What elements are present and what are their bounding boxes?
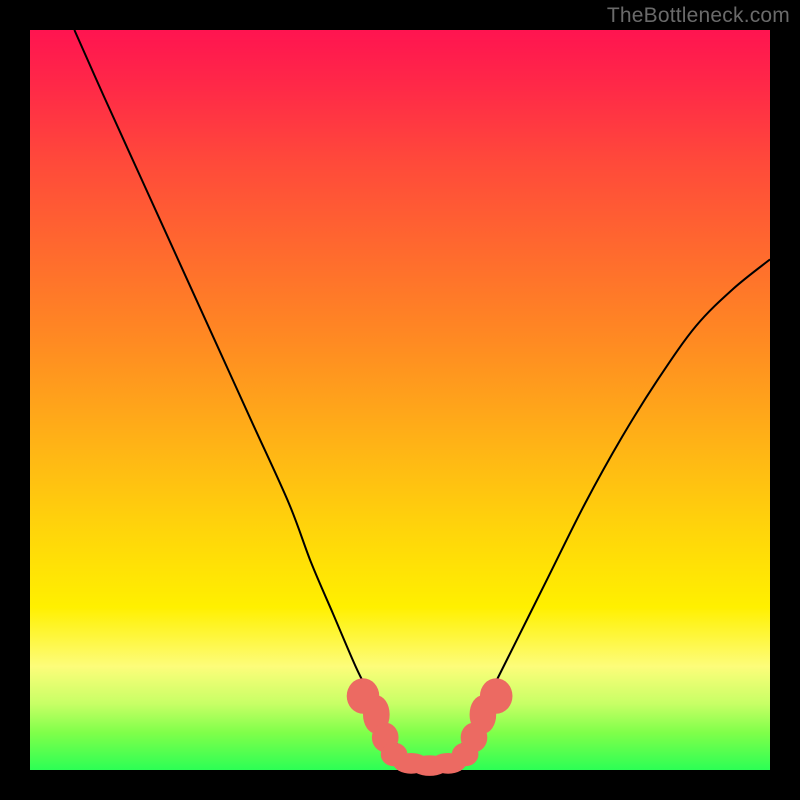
watermark-label: TheBottleneck.com xyxy=(607,4,790,28)
plot-area xyxy=(30,30,770,770)
chart-frame: TheBottleneck.com xyxy=(0,0,800,800)
curve-marker xyxy=(480,678,513,714)
bottleneck-curve xyxy=(30,30,770,770)
